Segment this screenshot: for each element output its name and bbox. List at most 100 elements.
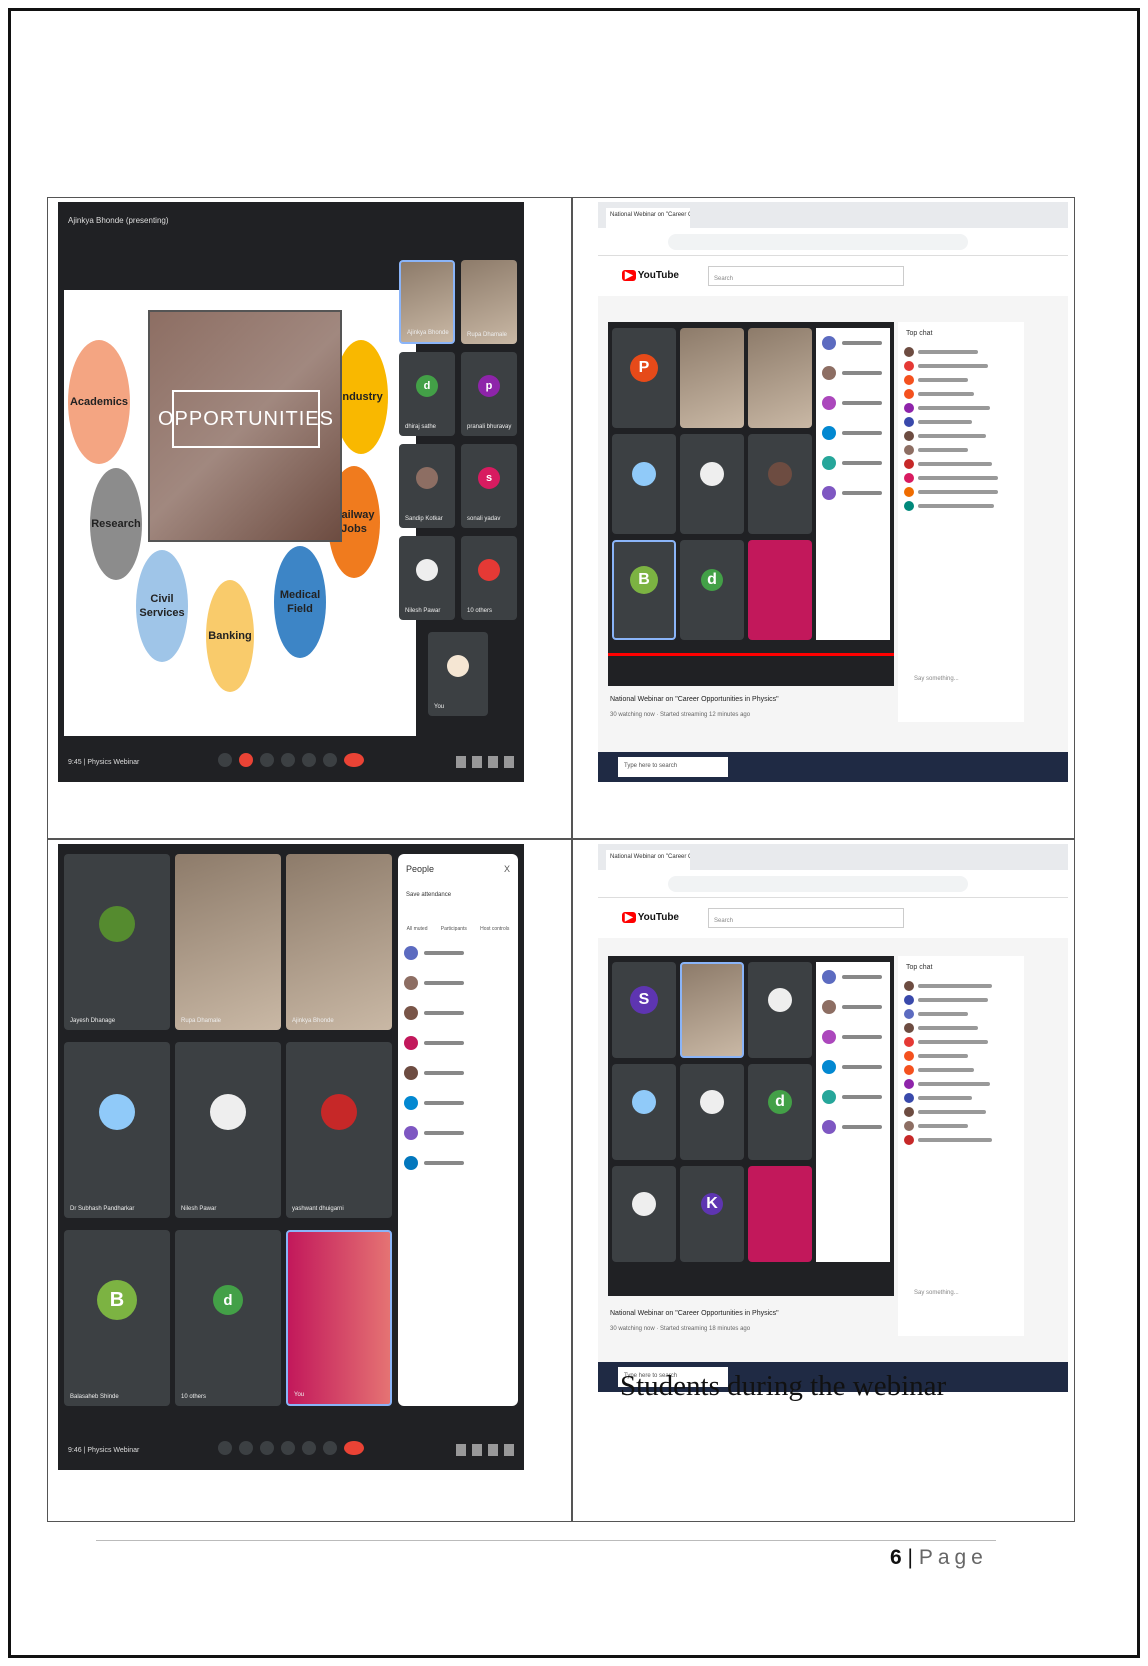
- participant-tile[interactable]: Jayesh Dhanage: [64, 854, 170, 1030]
- youtube-search[interactable]: Search: [708, 266, 904, 286]
- bubble-industry: Industry: [334, 340, 388, 454]
- url-field[interactable]: [668, 876, 968, 892]
- people-panel-title: People: [406, 864, 435, 874]
- tab-participants[interactable]: Participants: [441, 926, 467, 932]
- bubble-civil-services: Civil Services: [136, 550, 188, 662]
- participant-tile: d: [748, 1064, 812, 1160]
- mic-button[interactable]: [218, 1441, 232, 1455]
- activities-icon[interactable]: [504, 1444, 514, 1456]
- people-panel: [816, 962, 890, 1262]
- people-icon[interactable]: [472, 756, 482, 768]
- meet-controls: [58, 1426, 524, 1470]
- participant-tile: [748, 328, 812, 428]
- present-button[interactable]: [302, 753, 316, 767]
- figure-caption: Students during the webinar: [620, 1370, 947, 1402]
- people-icon[interactable]: [472, 1444, 482, 1456]
- more-options-button[interactable]: [323, 753, 337, 767]
- save-attendance-button[interactable]: Save attendance: [398, 884, 518, 906]
- tab-all-muted[interactable]: All muted: [407, 926, 428, 932]
- participant-tile[interactable]: Nilesh Pawar: [399, 536, 455, 620]
- participant-tile[interactable]: B Balasaheb Shinde: [64, 1230, 170, 1406]
- table-divider-vertical: [571, 198, 573, 1521]
- live-video[interactable]: S d K: [608, 956, 894, 1296]
- raise-hand-button[interactable]: [281, 1441, 295, 1455]
- participant-tile[interactable]: yashwant dhuigarni: [286, 1042, 392, 1218]
- participant-tile: [612, 1064, 676, 1160]
- windows-taskbar: Type here to search: [598, 752, 1068, 782]
- url-field[interactable]: [668, 234, 968, 250]
- activities-icon[interactable]: [504, 756, 514, 768]
- people-panel: People X Save attendance All muted Parti…: [398, 854, 518, 1406]
- end-call-button[interactable]: [344, 753, 364, 767]
- video-stats: 30 watching now · Started streaming 18 m…: [610, 1326, 751, 1332]
- meet-screenshot-top: Ajinkya Bhonde (presenting) Academics Re…: [58, 202, 524, 782]
- youtube-search[interactable]: Search: [708, 908, 904, 928]
- info-icon[interactable]: [456, 1444, 466, 1456]
- live-chat: Top chat Say something...: [898, 322, 1024, 722]
- youtube-logo[interactable]: ▶ YouTube: [622, 912, 679, 923]
- self-tile[interactable]: You: [428, 632, 488, 716]
- meet-side-controls: [456, 756, 514, 768]
- participant-tile[interactable]: Rupa Dhamale: [175, 854, 281, 1030]
- participant-tile[interactable]: Dr Subhash Pandharkar: [64, 1042, 170, 1218]
- participant-tile: K: [680, 1166, 744, 1262]
- info-icon[interactable]: [456, 756, 466, 768]
- captions-button[interactable]: [260, 753, 274, 767]
- close-icon[interactable]: X: [504, 864, 510, 874]
- participant-tile: B: [612, 540, 676, 640]
- chat-input[interactable]: Say something...: [914, 676, 959, 682]
- chat-icon[interactable]: [488, 1444, 498, 1456]
- present-button[interactable]: [302, 1441, 316, 1455]
- participant-tile: [748, 1166, 812, 1262]
- participant-tile: P: [612, 328, 676, 428]
- slide-center-text: OPPORTUNITIES: [158, 390, 333, 448]
- camera-button[interactable]: [239, 753, 253, 767]
- meet-screenshot-bottom: Jayesh Dhanage Rupa Dhamale Ajinkya Bhon…: [58, 844, 524, 1470]
- participant-tile[interactable]: Rupa Dhamale: [461, 260, 517, 344]
- participant-tile[interactable]: Ajinkya Bhonde: [399, 260, 455, 344]
- participant-tile: [612, 434, 676, 534]
- browser-tab[interactable]: National Webinar on "Career Opportunitie…: [606, 850, 690, 870]
- browser-tabbar: National Webinar on "Career Opportunitie…: [598, 202, 1068, 228]
- camera-button[interactable]: [239, 1441, 253, 1455]
- participant-tile: [680, 1064, 744, 1160]
- video-title: National Webinar on "Career Opportunitie…: [610, 1310, 779, 1317]
- mic-button[interactable]: [218, 753, 232, 767]
- photo-table: Ajinkya Bhonde (presenting) Academics Re…: [47, 197, 1075, 1522]
- youtube-header: ▶ YouTube Search: [598, 256, 1068, 296]
- youtube-logo[interactable]: ▶ YouTube: [622, 270, 679, 281]
- self-tile[interactable]: You: [286, 1230, 392, 1406]
- participant-tile: [680, 328, 744, 428]
- page-number: 6 | Page: [890, 1546, 988, 1570]
- chat-icon[interactable]: [488, 756, 498, 768]
- participant-tile[interactable]: Ajinkya Bhonde: [286, 854, 392, 1030]
- bubble-academics: Academics: [68, 340, 130, 464]
- chat-input[interactable]: Say something...: [914, 1290, 959, 1296]
- video-stats: 30 watching now · Started streaming 12 m…: [610, 712, 751, 718]
- participant-tile[interactable]: 10 others: [461, 536, 517, 620]
- participant-tile[interactable]: d 10 others: [175, 1230, 281, 1406]
- youtube-screenshot-bottom: National Webinar on "Career Opportunitie…: [598, 844, 1068, 1392]
- participant-tile[interactable]: p pranali bhuravay: [461, 352, 517, 436]
- page-number-value: 6: [890, 1546, 902, 1569]
- participant-tile: [748, 434, 812, 534]
- bubble-banking: Banking: [206, 580, 254, 692]
- bubble-medical-field: Medical Field: [274, 546, 326, 658]
- live-video[interactable]: P B d: [608, 322, 894, 686]
- youtube-screenshot-top: National Webinar on "Career Opportunitie…: [598, 202, 1068, 782]
- more-options-button[interactable]: [323, 1441, 337, 1455]
- progress-bar[interactable]: [608, 653, 894, 656]
- browser-tab[interactable]: National Webinar on "Career Opportunitie…: [606, 208, 690, 228]
- participant-tile[interactable]: Sandip Kotkar: [399, 444, 455, 528]
- participant-tile[interactable]: d dhiraj sathe: [399, 352, 455, 436]
- bubble-research: Research: [90, 468, 142, 580]
- taskbar-search[interactable]: Type here to search: [618, 757, 728, 777]
- end-call-button[interactable]: [344, 1441, 364, 1455]
- captions-button[interactable]: [260, 1441, 274, 1455]
- participant-tile[interactable]: Nilesh Pawar: [175, 1042, 281, 1218]
- raise-hand-button[interactable]: [281, 753, 295, 767]
- presenter-bar: Ajinkya Bhonde (presenting): [68, 216, 169, 225]
- participant-tile: [748, 962, 812, 1058]
- participant-tile[interactable]: s sonali yadav: [461, 444, 517, 528]
- tab-host-controls[interactable]: Host controls: [480, 926, 509, 932]
